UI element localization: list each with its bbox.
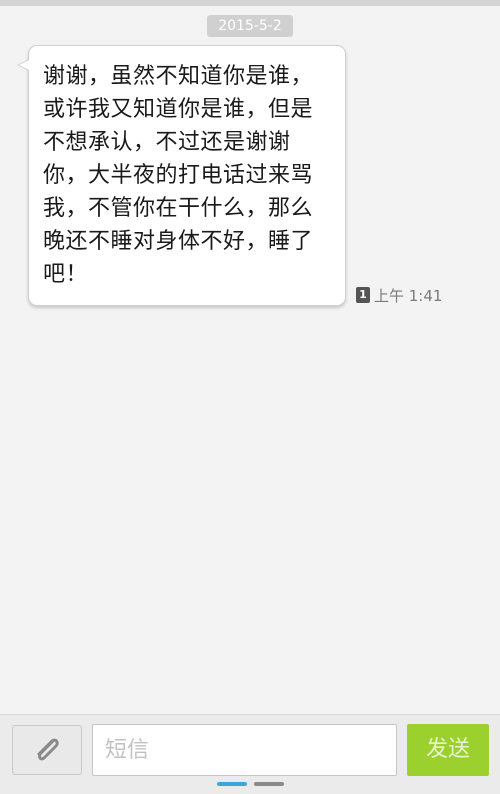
date-separator: 2015-5-2 [207, 15, 293, 37]
sms-input[interactable] [92, 724, 397, 776]
paperclip-icon [29, 731, 65, 770]
message-bubble[interactable]: 谢谢，虽然不知道你是谁，或许我又知道你是谁，但是不想承认，不过还是谢谢你，大半夜… [28, 45, 346, 306]
send-button[interactable]: 发送 [407, 724, 489, 776]
top-divider [0, 0, 500, 6]
message-time: 上午 1:41 [374, 286, 443, 305]
sim-card-icon: 1 [356, 287, 370, 303]
attach-button[interactable] [12, 725, 82, 775]
page-dot [254, 782, 284, 786]
page-indicator [0, 782, 500, 788]
message-text: 谢谢，虽然不知道你是谁，或许我又知道你是谁，但是不想承认，不过还是谢谢你，大半夜… [43, 64, 314, 287]
page-dot-active [217, 782, 247, 786]
message-meta: 1 上午 1:41 [356, 285, 442, 305]
sms-conversation-screen: 2015-5-2 谢谢，虽然不知道你是谁，或许我又知道你是谁，但是不想承认，不过… [0, 0, 500, 794]
bubble-tail-fill [19, 60, 29, 70]
